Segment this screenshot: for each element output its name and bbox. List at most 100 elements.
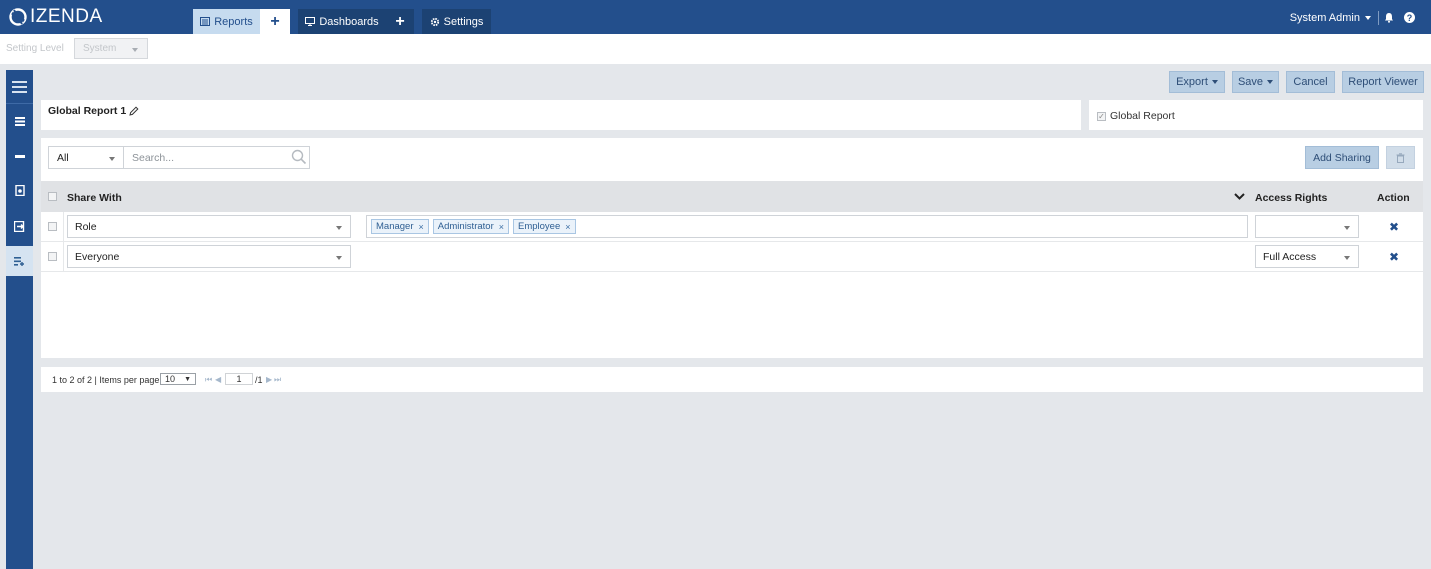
action-header: Action [1377,192,1410,204]
access-rights-select[interactable] [1255,215,1359,238]
report-name-text: Global Report 1 [48,105,127,117]
next-page-icon[interactable]: ▶ [266,375,272,384]
sidebar-menu-toggle[interactable] [6,72,33,102]
setting-level-bar: Setting Level System [0,34,1431,64]
prev-page-icon[interactable]: ◀ [215,375,221,384]
sharing-icon [14,256,24,266]
tab-reports-label: Reports [214,15,253,28]
save-label: Save [1237,76,1264,88]
export-icon [14,220,25,232]
tab-settings[interactable]: Settings [422,9,491,34]
user-menu[interactable]: System Admin [1290,12,1371,24]
remove-tag-icon[interactable]: × [565,222,570,232]
role-tag-label: Employee [518,221,561,232]
hamburger-icon [12,81,27,93]
page-number-input[interactable]: 1 [225,373,253,385]
global-report-checkbox[interactable]: ✓ [1097,111,1106,121]
access-rights-select[interactable]: Full Access [1255,245,1359,268]
chevron-down-icon [1211,80,1218,84]
report-list-icon [200,17,211,26]
share-with-value: Role [75,221,97,233]
gear-icon [430,17,440,27]
add-sharing-button[interactable]: Add Sharing [1305,146,1379,169]
report-name[interactable]: Global Report 1 [48,105,139,117]
chevron-down-icon [132,48,138,52]
preview-icon [14,184,25,196]
sidebar-item-fields[interactable] [6,106,33,136]
last-page-icon[interactable]: ⏭ [274,375,281,385]
first-page-icon[interactable]: ⏮ [205,375,212,385]
export-label: Export [1176,76,1208,88]
share-with-select[interactable]: Role [67,215,351,238]
grid-empty-area [41,272,1423,358]
report-viewer-label: Report Viewer [1348,76,1418,88]
remove-row-icon[interactable]: ✖ [1389,220,1399,234]
remove-tag-icon[interactable]: × [499,222,504,232]
sidebar-item-preview[interactable] [6,175,33,205]
chevron-down-icon [336,226,342,230]
sidebar-item-export[interactable] [6,211,33,241]
user-name: System Admin [1289,12,1360,24]
select-all-checkbox[interactable] [48,192,57,201]
report-designer-sidebar [6,70,33,569]
row-checkbox[interactable] [48,252,57,261]
row-checkbox[interactable] [48,222,57,231]
list-icon [14,116,25,126]
divider [1378,11,1379,25]
grid-pager: 1 to 2 of 2 | Items per page 10 ▼ ⏮ ◀ 1 … [41,367,1423,392]
export-button[interactable]: Export [1169,71,1225,93]
role-tag: Administrator × [432,219,509,234]
cancel-label: Cancel [1293,76,1328,88]
divider [63,242,64,272]
role-tag-label: Manager [376,221,414,232]
report-name-panel [41,100,1081,130]
divider [6,103,33,104]
search-icon[interactable] [291,149,307,168]
report-viewer-button[interactable]: Report Viewer [1342,71,1424,93]
chevron-down-icon[interactable] [1234,193,1245,200]
tab-reports[interactable]: Reports [193,9,260,34]
setting-level-select[interactable]: System [74,38,148,59]
chevron-down-icon [109,157,115,161]
pencil-icon[interactable] [129,106,139,116]
share-with-select[interactable]: Everyone [67,245,351,268]
sharing-grid-header: Share With Access Rights Action [41,181,1423,212]
notification-bell-icon[interactable] [1384,12,1394,26]
new-report-button[interactable]: + [260,9,290,34]
monitor-icon [305,17,316,26]
plus-icon: + [270,12,280,30]
chevron-down-icon [1344,226,1350,230]
global-report-option[interactable]: ✓ Global Report [1097,110,1175,122]
share-with-header: Share With [67,192,122,204]
table-row: Role Manager × Administrator × Employee … [41,212,1423,242]
items-per-page-select[interactable]: 10 ▼ [160,373,196,385]
access-rights-header: Access Rights [1255,192,1328,204]
sidebar-item-access[interactable] [6,246,33,276]
plus-icon: + [395,12,405,30]
save-button[interactable]: Save [1232,71,1279,93]
tab-dashboards-label: Dashboards [319,15,379,28]
roles-tag-input[interactable]: Manager × Administrator × Employee × [366,215,1248,238]
setting-level-label: Setting Level [6,43,64,54]
izenda-logo[interactable]: IZENDA [8,6,103,28]
chevron-down-icon [1344,256,1350,260]
share-filter-value: All [57,152,69,164]
cancel-button[interactable]: Cancel [1286,71,1335,93]
sidebar-item-filters[interactable] [6,142,33,172]
new-dashboard-button[interactable]: + [386,9,414,34]
remove-tag-icon[interactable]: × [419,222,424,232]
items-per-page-value: 10 [165,374,176,384]
top-navbar: IZENDA Reports + Dashboards + Settings S… [0,0,1431,34]
global-report-label: Global Report [1110,110,1175,122]
search-input[interactable] [123,146,310,169]
setting-level-value: System [83,43,117,54]
share-filter-select[interactable]: All [48,146,124,169]
remove-row-icon[interactable]: ✖ [1389,250,1399,264]
delete-button[interactable] [1386,146,1415,169]
chevron-down-icon [1365,16,1371,20]
help-icon[interactable]: ? [1404,12,1415,23]
role-tag: Employee × [513,219,576,234]
tab-dashboards[interactable]: Dashboards [298,9,386,34]
role-tag: Manager × [371,219,429,234]
izenda-logo-icon [9,8,27,26]
